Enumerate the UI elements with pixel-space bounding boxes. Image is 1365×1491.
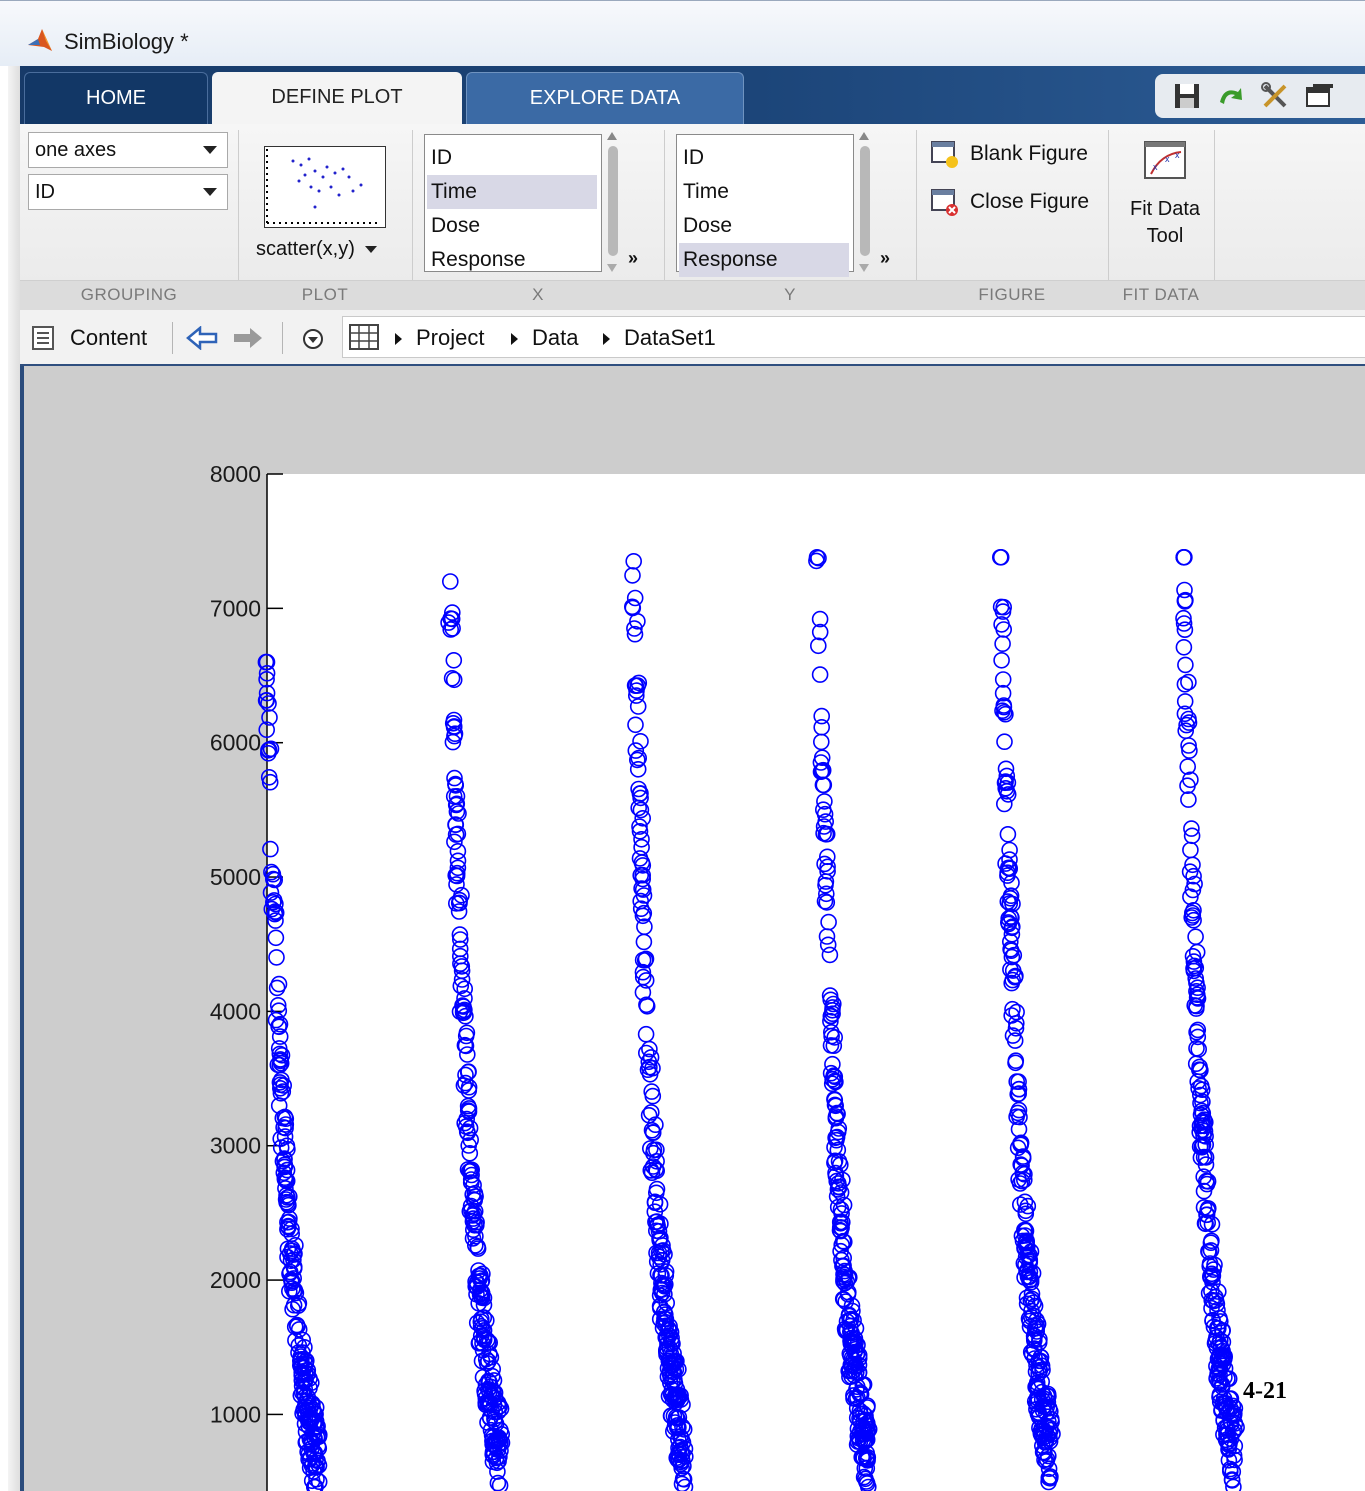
x-list-item[interactable]: ID <box>427 141 597 175</box>
window-title: SimBiology * <box>64 29 189 54</box>
y-tick-label: 4000 <box>210 998 261 1024</box>
close-figure-label: Close Figure <box>970 190 1090 213</box>
y-tick-label: 5000 <box>210 864 261 890</box>
plot-type-label: scatter(x,y) <box>256 238 355 260</box>
left-frame-edge <box>0 66 20 1491</box>
group-label-y: Y <box>784 285 796 304</box>
breadcrumb-project[interactable]: Project <box>395 310 484 366</box>
tab-explore-data[interactable]: EXPLORE DATA <box>466 72 744 124</box>
chevron-down-icon <box>203 146 217 154</box>
save-icon[interactable] <box>1171 80 1203 112</box>
scatter-plot-icon <box>266 149 381 224</box>
history-dropdown-icon[interactable] <box>302 328 324 350</box>
page-number: 4-21 <box>1243 1378 1287 1404</box>
plot-type-dropdown[interactable]: scatter(x,y) <box>256 238 377 261</box>
group-label-fit-data: FIT DATA <box>1122 285 1200 304</box>
y-tick-label: 7000 <box>210 595 261 621</box>
close-figure-icon <box>931 189 958 217</box>
plot-area: 1000 2000 3000 4000 5000 6000 7000 8000 <box>20 366 1365 1491</box>
y-tick-label: 2000 <box>210 1267 261 1293</box>
x-list-item[interactable]: Dose <box>427 209 597 243</box>
matlab-logo-icon <box>28 29 52 51</box>
svg-text:x: x <box>1165 154 1170 164</box>
ribbon-group-labels: GROUPING PLOT X Y FIGURE FIT DATA <box>20 280 1365 311</box>
forward-arrow-icon[interactable] <box>232 326 264 350</box>
axes-layout-value: one axes <box>35 139 117 161</box>
tab-home[interactable]: HOME <box>24 72 208 124</box>
group-label-plot: PLOT <box>301 285 349 304</box>
breadcrumb-arrow-icon <box>395 333 402 346</box>
svg-text:x: x <box>1153 162 1158 172</box>
axes-layout-dropdown[interactable]: one axes <box>28 132 228 168</box>
chevron-down-icon <box>364 246 377 254</box>
content-icon <box>32 326 54 350</box>
y-tick-label: 3000 <box>210 1133 261 1159</box>
fit-data-label-line1: Fit Data <box>1129 198 1201 220</box>
svg-text:x: x <box>1175 150 1180 160</box>
group-label-figure: FIGURE <box>978 285 1046 304</box>
back-arrow-icon[interactable] <box>186 326 218 350</box>
close-figure-button[interactable]: Close Figure <box>930 184 1089 220</box>
chevron-down-icon <box>203 188 217 196</box>
y-more-button[interactable]: » <box>880 248 890 269</box>
x-list-item-selected[interactable]: Time <box>427 175 597 209</box>
y-tick-label: 1000 <box>210 1401 261 1427</box>
group-label-grouping: GROUPING <box>80 285 178 304</box>
y-variable-list[interactable]: ID Time Dose Response <box>676 134 854 277</box>
fit-data-tool-button[interactable]: x x x Fit Data Tool <box>1120 138 1210 248</box>
y-tick-label: 8000 <box>210 461 261 487</box>
tab-define-plot[interactable]: DEFINE PLOT <box>212 72 462 126</box>
y-list-item[interactable]: Dose <box>679 209 849 243</box>
blank-figure-button[interactable]: Blank Figure <box>930 136 1088 172</box>
tools-icon[interactable] <box>1259 80 1291 112</box>
y-list-scrollbar[interactable] <box>858 132 870 272</box>
blank-figure-label: Blank Figure <box>970 142 1088 165</box>
plot-type-thumbnail[interactable] <box>264 146 386 228</box>
x-list-item[interactable]: Response <box>427 243 597 277</box>
scatter-plot[interactable]: 1000 2000 3000 4000 5000 6000 7000 8000 <box>24 366 1365 1491</box>
address-field[interactable]: Project Data DataSet1 <box>342 316 1365 358</box>
quick-access-toolbar <box>1155 74 1365 118</box>
title-bar: SimBiology * <box>0 0 1365 66</box>
ribbon-tab-strip: HOME DEFINE PLOT EXPLORE DATA <box>20 66 1365 126</box>
address-bar: Content Project Data DataSet1 <box>20 310 1365 366</box>
y-list-item-selected[interactable]: Response <box>679 243 849 277</box>
blank-figure-icon <box>931 141 958 169</box>
y-tick-label: 6000 <box>210 730 261 756</box>
y-list-item[interactable]: ID <box>679 141 849 175</box>
breadcrumb-arrow-icon <box>603 333 610 346</box>
table-icon <box>349 324 379 350</box>
x-more-button[interactable]: » <box>628 248 638 269</box>
fit-data-icon: x x x <box>1144 141 1186 179</box>
define-plot-ribbon: one axes ID scatter(x,y) ID Time Dose Re… <box>20 124 1365 311</box>
group-by-value: ID <box>35 181 55 203</box>
fit-data-label-line2: Tool <box>1146 225 1184 247</box>
x-variable-list[interactable]: ID Time Dose Response <box>424 134 602 272</box>
group-label-x: X <box>532 285 544 304</box>
group-by-dropdown[interactable]: ID <box>28 174 228 210</box>
breadcrumb-data[interactable]: Data <box>511 310 578 366</box>
x-list-scrollbar[interactable] <box>606 132 618 272</box>
breadcrumb-dataset1[interactable]: DataSet1 <box>603 310 716 366</box>
content-button[interactable]: Content <box>70 310 147 366</box>
window-icon[interactable] <box>1303 80 1335 112</box>
undo-icon[interactable] <box>1215 80 1247 112</box>
breadcrumb-arrow-icon <box>511 333 518 346</box>
simbiology-app: SimBiology * HOME DEFINE PLOT EXPLORE DA… <box>0 0 1365 1491</box>
y-list-item[interactable]: Time <box>679 175 849 209</box>
